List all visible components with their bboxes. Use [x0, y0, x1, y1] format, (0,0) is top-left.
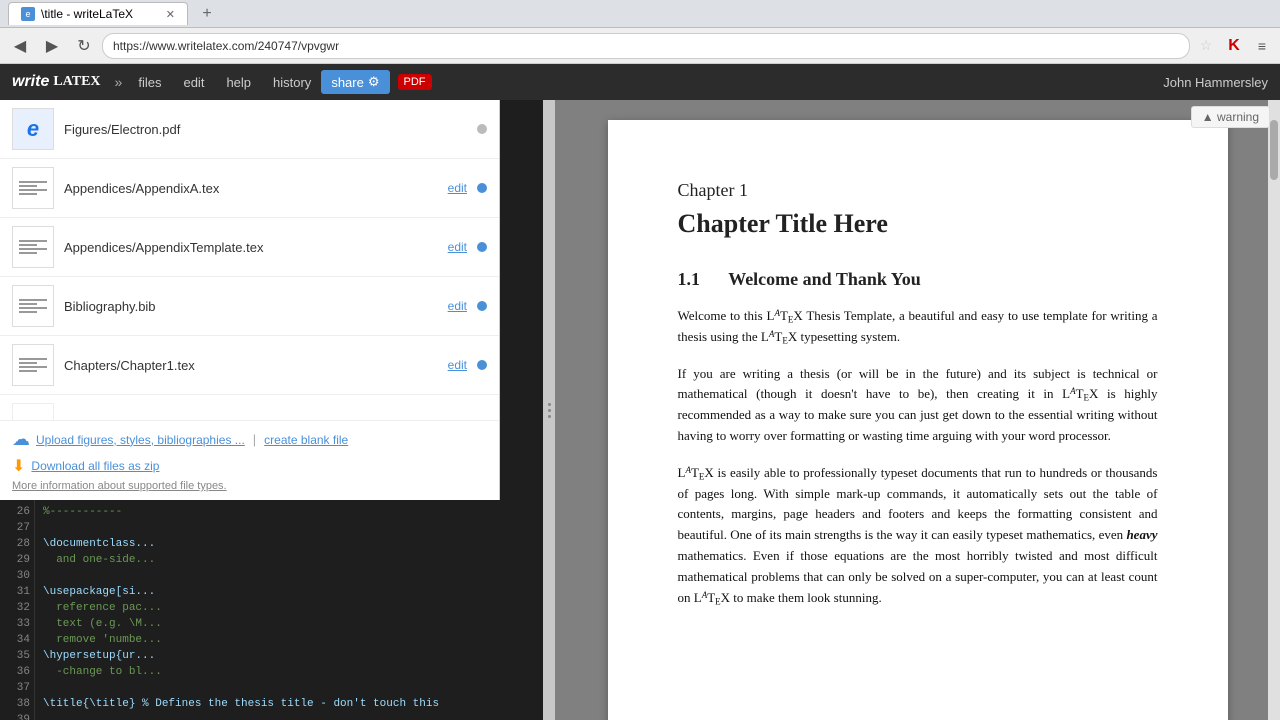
file-status-dot	[477, 183, 487, 193]
browser-navbar: ◀ ▶ ↻ https://www.writelatex.com/240747/…	[0, 28, 1280, 64]
nav-files[interactable]: files	[128, 71, 171, 94]
app-logo: writeLATEX	[12, 73, 101, 91]
file-thumbnail	[12, 167, 54, 209]
app-nav: files edit help history	[128, 71, 321, 94]
nav-history[interactable]: history	[263, 71, 321, 94]
file-status-dot	[477, 242, 487, 252]
pdf-paragraph-1: Welcome to this LATEX Thesis Template, a…	[678, 306, 1158, 348]
file-edit-link[interactable]: edit	[448, 181, 467, 195]
upload-row: ☁ Upload figures, styles, bibliographies…	[12, 429, 487, 450]
list-item[interactable]: Appendices/AppendixA.tex edit	[0, 159, 499, 218]
tab-close-button[interactable]: ✕	[166, 8, 175, 21]
tab-title: \title - writeLaTeX	[41, 7, 133, 21]
pdf-paragraph-3: LATEX is easily able to professionally t…	[678, 463, 1158, 609]
nav-right-icons: ☆ K ≡	[1194, 34, 1274, 58]
splitter-dot	[548, 403, 551, 406]
pdf-preview[interactable]: Chapter 1 Chapter Title Here 1.1 Welcome…	[555, 100, 1280, 720]
nav-edit[interactable]: edit	[173, 71, 214, 94]
menu-icon[interactable]: ≡	[1250, 34, 1274, 58]
pdf-scrollbar[interactable]	[1268, 100, 1280, 720]
editor-splitter[interactable]	[543, 100, 555, 720]
share-icon: ⚙	[368, 74, 380, 90]
file-name: Bibliography.bib	[64, 299, 438, 314]
electron-icon: e	[27, 116, 39, 142]
share-label: share	[331, 75, 364, 90]
file-panel: e Figures/Electron.pdf Appendices/Append…	[0, 100, 500, 500]
download-link[interactable]: Download all files as zip	[31, 459, 159, 473]
section-title-text: Welcome and Thank You	[728, 269, 921, 289]
file-status-dot	[477, 124, 487, 134]
browser-titlebar: e \title - writeLaTeX ✕ +	[0, 0, 1280, 28]
browser-tab[interactable]: e \title - writeLaTeX ✕	[8, 2, 188, 25]
list-item[interactable]: Appendices/AppendixTemplate.tex edit	[0, 218, 499, 277]
new-tab-button[interactable]: +	[196, 3, 218, 25]
tab-favicon: e	[21, 7, 35, 21]
nav-help[interactable]: help	[216, 71, 261, 94]
logo-arrow: »	[115, 74, 123, 90]
logo-latex: LATEX	[53, 74, 100, 90]
list-item[interactable]: Bibliography.bib edit	[0, 277, 499, 336]
app-header: writeLATEX » files edit help history sha…	[0, 64, 1280, 100]
file-name: Figures/Electron.pdf	[64, 122, 467, 137]
file-name: Chapters/Chapter1.tex	[64, 358, 438, 373]
pdf-button[interactable]: PDF	[398, 74, 432, 90]
file-thumbnail	[12, 403, 54, 420]
main-layout: 123 456 789 101112 131415 161718 192021 …	[0, 100, 1280, 720]
file-status-dot	[477, 301, 487, 311]
file-list[interactable]: e Figures/Electron.pdf Appendices/Append…	[0, 100, 499, 420]
address-bar[interactable]: https://www.writelatex.com/240747/vpvgwr	[102, 33, 1190, 59]
section-number: 1.1	[678, 269, 701, 289]
download-icon: ⬇	[12, 456, 25, 476]
chapter-label: Chapter 1	[678, 180, 1158, 201]
file-name: Appendices/AppendixA.tex	[64, 181, 438, 196]
splitter-dot	[548, 415, 551, 418]
file-thumbnail	[12, 285, 54, 327]
chapter-title: Chapter Title Here	[678, 209, 1158, 239]
section-title: 1.1 Welcome and Thank You	[678, 269, 1158, 290]
refresh-button[interactable]: ↻	[70, 32, 98, 60]
bookmark-icon[interactable]: ☆	[1194, 34, 1218, 58]
back-button[interactable]: ◀	[6, 32, 34, 60]
list-item[interactable]: e Figures/Electron.pdf	[0, 100, 499, 159]
file-status-dot	[477, 360, 487, 370]
upload-icon: ☁	[12, 429, 30, 450]
user-name: John Hammersley	[1163, 75, 1268, 90]
file-thumbnail: e	[12, 108, 54, 150]
download-row: ⬇ Download all files as zip	[12, 456, 487, 476]
file-edit-link[interactable]: edit	[448, 358, 467, 372]
pdf-page: Chapter 1 Chapter Title Here 1.1 Welcome…	[608, 120, 1228, 720]
warning-badge[interactable]: ▲ warning	[1191, 106, 1270, 128]
file-thumbnail	[12, 226, 54, 268]
forward-button[interactable]: ▶	[38, 32, 66, 60]
file-panel-bottom: ☁ Upload figures, styles, bibliographies…	[0, 420, 499, 500]
file-edit-link[interactable]: edit	[448, 299, 467, 313]
list-item[interactable]	[0, 395, 499, 420]
separator: |	[253, 432, 256, 447]
file-thumbnail	[12, 344, 54, 386]
share-button[interactable]: share ⚙	[321, 70, 389, 94]
file-name: Appendices/AppendixTemplate.tex	[64, 240, 438, 255]
pdf-scroll-thumb[interactable]	[1270, 120, 1278, 180]
splitter-dot	[548, 409, 551, 412]
file-edit-link[interactable]: edit	[448, 240, 467, 254]
upload-link[interactable]: Upload figures, styles, bibliographies .…	[36, 433, 245, 447]
create-blank-link[interactable]: create blank file	[264, 433, 348, 447]
logo-write: write	[12, 73, 49, 91]
file-info-link[interactable]: More information about supported file ty…	[12, 480, 487, 492]
kaspersky-icon[interactable]: K	[1222, 34, 1246, 58]
url-text: https://www.writelatex.com/240747/vpvgwr	[113, 39, 339, 53]
pdf-paragraph-2: If you are writing a thesis (or will be …	[678, 364, 1158, 447]
list-item[interactable]: Chapters/Chapter1.tex edit	[0, 336, 499, 395]
